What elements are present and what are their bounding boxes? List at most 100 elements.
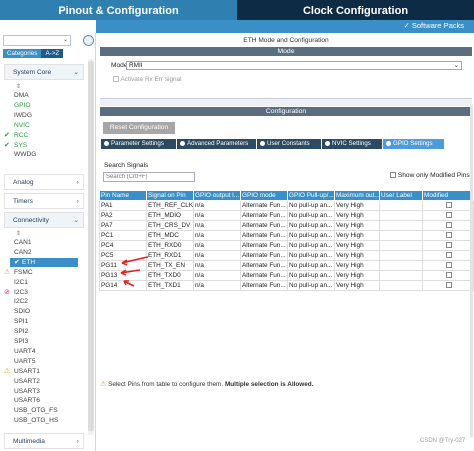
list-item-eth[interactable]: ETH [10, 257, 78, 267]
column-header[interactable]: Modified [422, 190, 474, 201]
list-item-usb_otg_hs[interactable]: USB_OTG_HS [14, 416, 58, 425]
table-cell[interactable]: PC1 [99, 230, 147, 241]
table-cell[interactable] [379, 230, 423, 241]
list-item-wwdg[interactable]: WWDG [14, 150, 36, 159]
modified-checkbox[interactable] [445, 272, 452, 279]
modified-cell[interactable] [422, 200, 474, 211]
modified-cell[interactable] [422, 230, 474, 241]
modified-checkbox[interactable] [445, 222, 452, 229]
list-item-spi1[interactable]: SPI1 [14, 317, 28, 326]
table-cell[interactable]: n/a [193, 260, 241, 271]
table-cell[interactable]: Alternate Fun... [240, 220, 288, 231]
table-cell[interactable]: No pull-up an... [287, 240, 335, 251]
table-cell[interactable]: n/a [193, 280, 241, 291]
table-cell[interactable]: No pull-up an... [287, 200, 335, 211]
group-analog[interactable]: Analog › [4, 174, 84, 190]
table-cell[interactable]: n/a [193, 200, 241, 211]
tab-a-z[interactable]: A->Z [41, 49, 64, 58]
modified-checkbox[interactable] [445, 242, 452, 249]
table-cell[interactable]: n/a [193, 240, 241, 251]
modified-cell[interactable] [422, 250, 474, 261]
table-cell[interactable]: Very High [334, 260, 380, 271]
list-item-i2c2[interactable]: I2C2 [14, 297, 28, 306]
tab-parameter-settings[interactable]: Parameter Settings [101, 139, 176, 149]
list-item-sys[interactable]: SYS [14, 141, 27, 150]
software-packs-menu[interactable]: ✓ Software Packs [404, 21, 464, 30]
list-item-usart3[interactable]: USART3 [14, 387, 40, 396]
list-item-spi2[interactable]: SPI2 [14, 327, 28, 336]
table-cell[interactable]: n/a [193, 270, 241, 281]
table-row[interactable]: PC5 ETH_RXD1 n/a Alternate Fun... No pull-up… [99, 250, 474, 261]
table-cell[interactable]: PC4 [99, 240, 147, 251]
column-header[interactable]: User Label [379, 190, 423, 201]
tab-gpio-settings[interactable]: GPIO Settings [383, 139, 444, 149]
column-header[interactable]: GPIO Pull-up/... [287, 190, 335, 201]
table-cell[interactable]: ETH_MDIO [146, 210, 194, 221]
gear-icon[interactable] [83, 35, 94, 46]
right-scrollbar[interactable] [470, 105, 473, 437]
category-search-input[interactable] [3, 35, 71, 46]
table-cell[interactable]: PA2 [99, 210, 147, 221]
list-item-can2[interactable]: CAN2 [14, 248, 32, 257]
tab-categories[interactable]: Categories [3, 49, 42, 58]
table-cell[interactable]: ETH_REF_CLK [146, 200, 194, 211]
list-item-usart2[interactable]: USART2 [14, 377, 40, 386]
table-row[interactable]: PG13 ETH_TXD0 n/a Alternate Fun... No pull-u… [99, 270, 474, 281]
chevron-down-icon[interactable]: ⌄ [63, 36, 68, 43]
table-cell[interactable]: ETH_RXD0 [146, 240, 194, 251]
column-header[interactable]: Pin Name [99, 190, 147, 201]
table-cell[interactable]: n/a [193, 220, 241, 231]
table-cell[interactable] [379, 220, 423, 231]
table-row[interactable]: PA7 ETH_CRS_DV n/a Alternate Fun... No pull-… [99, 220, 474, 231]
table-cell[interactable] [379, 250, 423, 261]
modified-cell[interactable] [422, 280, 474, 291]
list-item-usb_otg_fs[interactable]: USB_OTG_FS [14, 406, 58, 415]
table-row[interactable]: PC1 ETH_MDC n/a Alternate Fun... No pull-up … [99, 230, 474, 241]
list-item-usart6[interactable]: USART6 [14, 396, 40, 405]
tab-user-constants[interactable]: User Constants [257, 139, 321, 149]
list-item-nvic[interactable]: NVIC [14, 121, 30, 130]
left-scrollbar-thumb[interactable] [88, 61, 94, 431]
table-cell[interactable]: Very High [334, 220, 380, 231]
table-cell[interactable]: Very High [334, 270, 380, 281]
table-cell[interactable]: ETH_MDC [146, 230, 194, 241]
table-cell[interactable]: Alternate Fun... [240, 200, 288, 211]
modified-checkbox[interactable] [445, 252, 452, 259]
splitter[interactable] [100, 98, 472, 106]
modified-cell[interactable] [422, 270, 474, 281]
modified-checkbox[interactable] [445, 212, 452, 219]
table-cell[interactable]: Alternate Fun... [240, 230, 288, 241]
table-cell[interactable]: No pull-up an... [287, 250, 335, 261]
table-cell[interactable] [379, 200, 423, 211]
tab-pinout-configuration[interactable]: Pinout & Configuration [0, 0, 237, 20]
table-cell[interactable] [379, 280, 423, 291]
table-cell[interactable]: Alternate Fun... [240, 250, 288, 261]
table-row[interactable]: PG11 ETH_TX_EN n/a Alternate Fun... No pull-… [99, 260, 474, 271]
table-cell[interactable]: n/a [193, 250, 241, 261]
table-cell[interactable]: Very High [334, 280, 380, 291]
list-item-dma[interactable]: DMA [14, 91, 29, 100]
table-cell[interactable]: ETH_TXD1 [146, 280, 194, 291]
list-item-gpio[interactable]: GPIO [14, 101, 31, 110]
table-cell[interactable]: ETH_CRS_DV [146, 220, 194, 231]
table-cell[interactable]: No pull-up an... [287, 280, 335, 291]
list-item-uart4[interactable]: UART4 [14, 347, 36, 356]
table-cell[interactable]: No pull-up an... [287, 260, 335, 271]
table-cell[interactable]: Very High [334, 230, 380, 241]
table-cell[interactable]: PA7 [99, 220, 147, 231]
table-cell[interactable]: No pull-up an... [287, 230, 335, 241]
table-cell[interactable]: ETH_TX_EN [146, 260, 194, 271]
modified-cell[interactable] [422, 220, 474, 231]
modified-cell[interactable] [422, 240, 474, 251]
table-cell[interactable]: ETH_RXD1 [146, 250, 194, 261]
modified-cell[interactable] [422, 210, 474, 221]
table-cell[interactable] [379, 240, 423, 251]
table-cell[interactable] [379, 210, 423, 221]
activate-rx-err-checkbox[interactable] [113, 76, 119, 83]
list-item-spi3[interactable]: SPI3 [14, 337, 28, 346]
column-header[interactable]: Signal on Pin [146, 190, 194, 201]
list-item-i2c3[interactable]: I2C3 [14, 288, 28, 297]
modified-checkbox[interactable] [445, 202, 452, 209]
column-header[interactable]: Maximum out... [334, 190, 380, 201]
group-timers[interactable]: Timers › [4, 193, 84, 209]
